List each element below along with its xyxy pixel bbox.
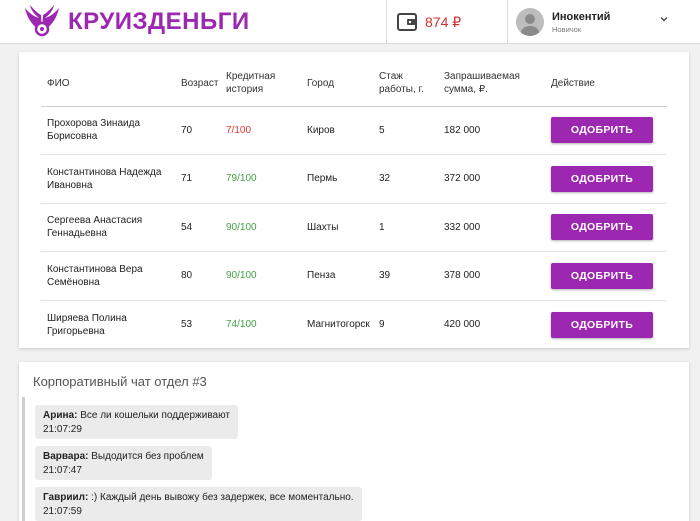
cell-age: 70 [181, 106, 226, 155]
cell-sum: 332 000 [444, 203, 551, 252]
cell-city: Пенза [307, 251, 379, 301]
user-name: Инокентий [552, 10, 611, 23]
column-header-credit: Кредитная история [226, 62, 307, 107]
cell-experience: 1 [379, 203, 444, 252]
cell-sum: 420 000 [444, 319, 481, 330]
chat-messages[interactable]: Арина: Все ли кошельки поддерживают 21:0… [22, 397, 686, 521]
wings-logo-icon [25, 5, 59, 37]
balance-value: 874 ₽ [425, 13, 462, 30]
cell-age: 54 [181, 203, 226, 252]
message-text: Выдодится без проблем [88, 451, 204, 462]
approve-button[interactable]: ОДОБРИТЬ [551, 262, 653, 289]
cell-action: ОДОБРИТЬ [551, 154, 667, 204]
cell-city: Шахты [307, 203, 379, 252]
chat-message: Гавриил: :) Каждый день вывожу без задер… [35, 487, 362, 521]
cell-action: ОДОБРИТЬ [551, 300, 667, 349]
cell-credit: 74/100 [226, 319, 257, 330]
cell-experience: 39 [379, 251, 444, 301]
cell-credit: 90/100 [226, 203, 307, 252]
cell-sum: 378 000 [444, 251, 551, 301]
balance-widget[interactable]: 874 ₽ [386, 0, 508, 44]
message-text: Все ли кошельки поддерживают [77, 410, 230, 421]
approve-button[interactable]: ОДОБРИТЬ [551, 214, 653, 241]
cell-age: 80 [181, 251, 226, 301]
cell-credit: 79/100 [226, 154, 307, 204]
table-header-row: ФИО Возраст Кредитная история Город Стаж… [41, 62, 667, 107]
cell-experience: 9 [379, 319, 385, 330]
column-header-experience: Стаж работы, г. [379, 62, 444, 107]
column-header-name: ФИО [41, 62, 181, 107]
chat-title: Корпоративный чат отдел #3 [33, 374, 207, 389]
logo[interactable]: КРУИЗДЕНЬГИ [22, 2, 250, 42]
user-info: Инокентий Новичок [552, 11, 610, 34]
logo-text: КРУИЗДЕНЬГИ [68, 8, 250, 35]
cell-name: Ширяева Полина Григорьевна [47, 312, 127, 337]
cell-credit: 90/100 [226, 251, 307, 301]
message-author: Гавриил: [43, 492, 89, 503]
wallet-icon [397, 13, 417, 31]
cell-city: Магнитогорск [307, 319, 370, 330]
user-menu[interactable]: Инокентий Новичок [516, 0, 700, 44]
applications-table: ФИО Возраст Кредитная история Город Стаж… [41, 62, 667, 349]
cell-credit: 7/100 [226, 106, 307, 155]
user-role: Новичок [552, 24, 582, 34]
column-header-sum: Запрашиваемая сумма, ₽. [444, 62, 551, 107]
message-time: 21:07:29 [43, 423, 82, 435]
avatar [516, 8, 544, 36]
column-header-action: Действие [551, 62, 667, 107]
table-row: Ширяева Полина Григорьевна 53 74/100 Маг… [41, 300, 667, 349]
cell-sum: 372 000 [444, 154, 551, 204]
table-row: Сергеева Анастасия Геннадьевна 54 90/100… [41, 203, 667, 252]
cell-name: Сергеева Анастасия Геннадьевна [41, 203, 181, 252]
message-time: 21:07:59 [43, 505, 82, 517]
cell-name: Константинова Надежда Ивановна [41, 154, 181, 204]
chevron-down-icon[interactable] [659, 14, 669, 24]
cell-age: 71 [181, 154, 226, 204]
cell-city: Киров [307, 106, 379, 155]
approve-button[interactable]: ОДОБРИТЬ [551, 165, 653, 192]
cell-city: Пермь [307, 154, 379, 204]
approve-button[interactable]: ОДОБРИТЬ [551, 311, 653, 338]
cell-action: ОДОБРИТЬ [551, 203, 667, 252]
column-header-age: Возраст [181, 62, 226, 107]
cell-experience: 5 [379, 106, 444, 155]
user-silhouette-icon [520, 14, 540, 36]
applications-table-card: ФИО Возраст Кредитная история Город Стаж… [19, 52, 689, 348]
cell-sum: 182 000 [444, 106, 551, 155]
message-author: Арина: [43, 410, 78, 421]
table-row: Константинова Вера Семёновна 80 90/100 П… [41, 251, 667, 301]
table-row: Константинова Надежда Ивановна 71 79/100… [41, 154, 667, 204]
top-bar: КРУИЗДЕНЬГИ 874 ₽ Инокентий Новичок [0, 0, 700, 44]
cell-experience: 32 [379, 154, 444, 204]
chat-message: Варвара: Выдодится без проблем 21:07:47 [35, 446, 212, 480]
table-row: Прохорова Зинаида Борисовна 70 7/100 Кир… [41, 106, 667, 155]
message-text: :) Каждый день вывожу без задержек, все … [88, 492, 354, 503]
column-header-city: Город [307, 62, 379, 107]
approve-button[interactable]: ОДОБРИТЬ [551, 117, 653, 144]
cell-age: 53 [181, 319, 193, 330]
cell-name: Прохорова Зинаида Борисовна [41, 106, 181, 155]
message-time: 21:07:47 [43, 464, 82, 476]
cell-action: ОДОБРИТЬ [551, 106, 667, 155]
corporate-chat: Корпоративный чат отдел #3 Арина: Все ли… [19, 362, 689, 521]
message-author: Варвара: [43, 451, 89, 462]
chat-message: Арина: Все ли кошельки поддерживают 21:0… [35, 405, 238, 439]
cell-name: Константинова Вера Семёновна [41, 251, 181, 301]
cell-action: ОДОБРИТЬ [551, 251, 667, 301]
